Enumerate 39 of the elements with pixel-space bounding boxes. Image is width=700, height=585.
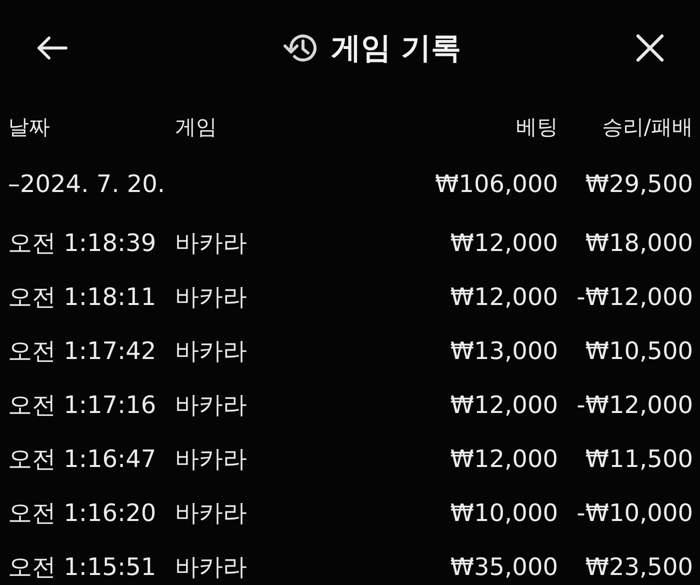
table-cell-text: 바카라 <box>175 228 248 259</box>
table-cell-text: 바카라 <box>175 390 248 421</box>
close-icon[interactable] <box>636 34 664 62</box>
table-cell-text: ₩106,000 <box>434 170 558 198</box>
table-cell-text: ₩29,500 <box>584 170 693 198</box>
table-cell-text: -₩10,000 <box>576 499 693 527</box>
column-header: 베팅 <box>515 114 558 141</box>
column-header: 날짜 <box>8 114 51 141</box>
table-cell-text: ₩10,000 <box>449 499 558 527</box>
column-header: 게임 <box>175 114 218 141</box>
table-cell-text: ₩12,000 <box>449 229 558 257</box>
window-title: 게임 기록 <box>330 30 462 68</box>
table-cell-text: 오전 1:16:47 <box>8 444 158 475</box>
table-cell-text: 바카라 <box>175 498 248 529</box>
date-group-label[interactable]: –2024. 7. 20. <box>8 170 418 198</box>
table-cell-text: -₩12,000 <box>576 391 693 419</box>
table-cell-text: ₩10,500 <box>584 337 693 365</box>
table-cell-text: 오전 1:17:16 <box>8 390 158 421</box>
column-header: 승리/패배 <box>600 114 693 141</box>
table-cell-text: ₩18,000 <box>584 229 693 257</box>
table-cell-text: ₩12,000 <box>449 283 558 311</box>
table-cell-text: 오전 1:17:42 <box>8 336 158 367</box>
table-cell-text: 바카라 <box>175 444 248 475</box>
table-cell-text: -₩12,000 <box>576 283 693 311</box>
table-cell-text: ₩12,000 <box>449 391 558 419</box>
table-cell-text: 바카라 <box>175 282 248 313</box>
history-icon <box>282 32 317 64</box>
table-cell-text: 오전 1:18:11 <box>8 282 158 313</box>
table-cell-text: 바카라 <box>175 552 248 583</box>
back-arrow-icon[interactable] <box>36 36 68 60</box>
table-cell-text: ₩23,500 <box>584 553 693 581</box>
table-cell-text: ₩35,000 <box>449 553 558 581</box>
table-cell-text: ₩13,000 <box>449 337 558 365</box>
table-cell-text: 오전 1:15:51 <box>8 552 158 583</box>
table-cell-text: ₩12,000 <box>449 445 558 473</box>
table-cell-text: 오전 1:16:20 <box>8 498 158 529</box>
table-cell-text: ₩11,500 <box>584 445 693 473</box>
table-cell-text: 오전 1:18:39 <box>8 228 158 259</box>
table-cell-text: 바카라 <box>175 336 248 367</box>
